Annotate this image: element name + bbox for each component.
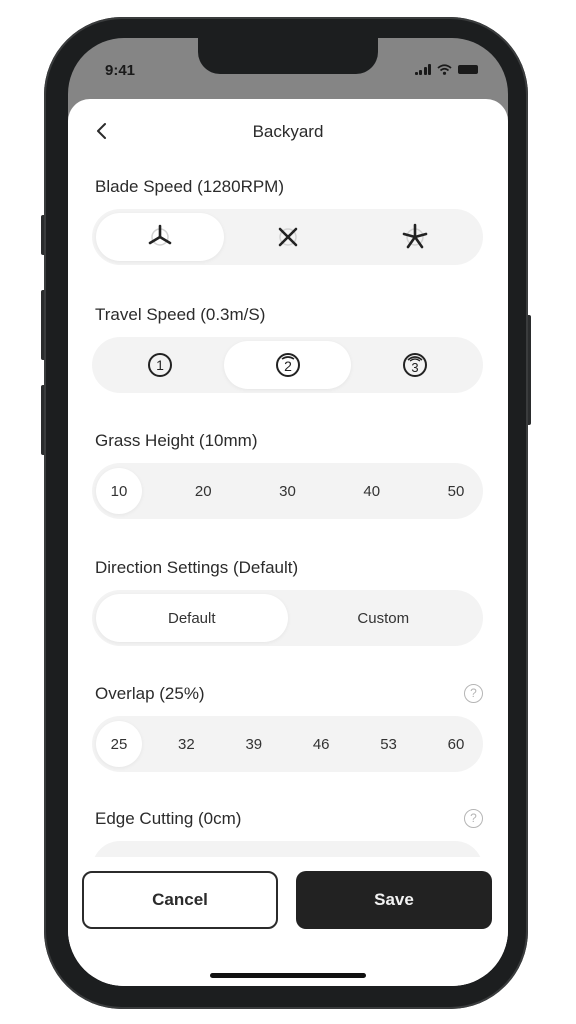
grass-height-label: Grass Height (10mm) — [95, 431, 258, 450]
grass-height-selector: 10 20 30 40 50 — [92, 463, 483, 519]
home-indicator — [210, 973, 366, 978]
speed-level-2-icon: 2 — [275, 353, 300, 377]
grass-height-option[interactable]: 40 — [349, 468, 395, 514]
footer-actions: Cancel Save — [68, 857, 508, 986]
edge-cutting-label: Edge Cutting (0cm) — [95, 809, 242, 828]
three-blade-fan-icon — [148, 224, 172, 246]
direction-selector: Default Custom — [92, 590, 483, 646]
overlap-option[interactable]: 32 — [163, 721, 209, 767]
svg-text:1: 1 — [156, 357, 164, 373]
speed-level-1-icon: 1 — [147, 353, 172, 377]
travel-speed-selector: 1 2 3 — [92, 337, 483, 393]
settings-sheet: Backyard Blade Speed (1280RPM) Travel Sp… — [68, 99, 508, 986]
speed-level-3-icon: 3 — [403, 353, 428, 377]
direction-option-custom[interactable]: Custom — [288, 594, 480, 642]
status-time: 9:41 — [105, 62, 136, 79]
overlap-selector: 25 32 39 46 53 60 — [92, 716, 483, 772]
overlap-option[interactable]: 39 — [231, 721, 277, 767]
five-blade-fan-icon — [402, 223, 428, 249]
notch — [198, 38, 378, 74]
direction-label: Direction Settings (Default) — [95, 558, 299, 577]
status-icons — [414, 64, 478, 75]
travel-speed-option-3[interactable]: 3 — [351, 341, 479, 389]
grass-height-option[interactable]: 10 — [96, 468, 142, 514]
travel-speed-section: Travel Speed (0.3m/S) 1 2 3 — [92, 304, 483, 393]
direction-section: Direction Settings (Default) Default Cus… — [92, 557, 483, 646]
blade-speed-option-1[interactable] — [96, 213, 224, 261]
grass-height-section: Grass Height (10mm) 10 20 30 40 50 — [92, 430, 483, 519]
signal-icon — [414, 64, 431, 75]
blade-speed-selector — [92, 209, 483, 265]
overlap-option[interactable]: 46 — [298, 721, 344, 767]
svg-text:3: 3 — [412, 360, 419, 375]
travel-speed-option-1[interactable]: 1 — [96, 341, 224, 389]
grass-height-option[interactable]: 50 — [433, 468, 479, 514]
phone-screen: 9:41 Backyard Blade Speed (1280RPM) Trav… — [68, 38, 508, 986]
help-icon[interactable]: ? — [464, 809, 483, 828]
overlap-label: Overlap (25%) — [95, 684, 205, 703]
blade-speed-section: Blade Speed (1280RPM) — [92, 176, 483, 265]
blade-speed-label: Blade Speed (1280RPM) — [95, 177, 285, 196]
blade-speed-option-2[interactable] — [224, 213, 352, 261]
grass-height-option[interactable]: 30 — [265, 468, 311, 514]
cancel-button[interactable]: Cancel — [82, 871, 278, 929]
overlap-option[interactable]: 25 — [96, 721, 142, 767]
overlap-section: Overlap (25%) ? 25 32 39 46 53 60 — [92, 683, 483, 772]
save-button[interactable]: Save — [296, 871, 492, 929]
travel-speed-option-2[interactable]: 2 — [223, 341, 352, 389]
overlap-option[interactable]: 60 — [433, 721, 479, 767]
overlap-option[interactable]: 53 — [366, 721, 412, 767]
four-blade-fan-icon — [278, 227, 297, 247]
grass-height-option[interactable]: 20 — [180, 468, 226, 514]
blade-speed-option-3[interactable] — [351, 213, 479, 261]
direction-option-default[interactable]: Default — [96, 594, 288, 642]
battery-icon — [458, 65, 478, 74]
travel-speed-label: Travel Speed (0.3m/S) — [95, 305, 266, 324]
nav-bar: Backyard — [68, 99, 508, 161]
svg-text:2: 2 — [284, 358, 292, 374]
wifi-icon — [437, 64, 452, 75]
edge-cutting-section: Edge Cutting (0cm) ? — [92, 808, 483, 897]
page-title: Backyard — [252, 122, 324, 141]
help-icon[interactable]: ? — [464, 684, 483, 703]
